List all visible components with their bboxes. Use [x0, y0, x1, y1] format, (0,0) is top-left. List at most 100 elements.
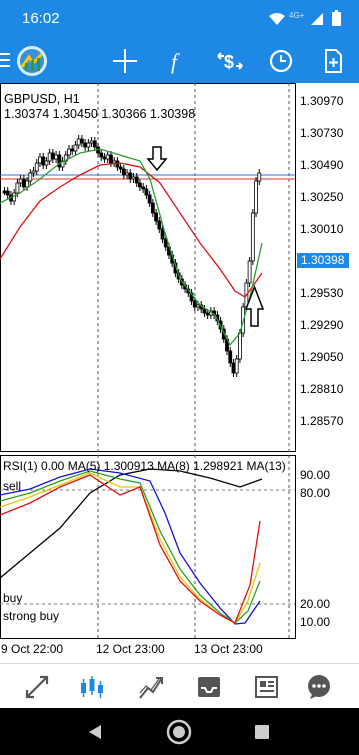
candle-body — [154, 212, 158, 222]
price-label: 1.30730 — [300, 126, 344, 140]
candle-body — [21, 178, 26, 188]
candle-body — [41, 156, 46, 166]
timeframe-button[interactable] — [264, 44, 298, 78]
candle-body — [192, 300, 197, 308]
signal-icon — [311, 13, 323, 25]
trade-icon — [139, 677, 163, 699]
battery-icon — [332, 10, 341, 26]
top-toolbar: f $ — [0, 38, 359, 83]
candle-body — [112, 160, 117, 164]
time-label-2: 12 Oct 23:00 — [96, 642, 165, 656]
rsi-ma2-line — [0, 474, 261, 624]
candle-body — [234, 358, 239, 374]
chat-tab[interactable] — [304, 672, 334, 702]
price-label: 1.28570 — [300, 414, 344, 428]
rsi-level-10: 10.00 — [300, 615, 331, 629]
candle-body — [28, 172, 33, 182]
crosshair-button[interactable] — [108, 44, 142, 78]
price-label: 1.29530 — [300, 286, 344, 300]
quotes-tab[interactable] — [22, 672, 52, 702]
candle-body — [67, 148, 71, 156]
ohlc-values: 1.30374 1.30450 1.30366 1.30398 — [4, 107, 196, 121]
indicators-button[interactable]: f — [160, 44, 194, 78]
news-tab[interactable] — [251, 672, 281, 702]
chart-area[interactable]: GBPUSD, H1 1.30374 1.30450 1.30366 1.303… — [0, 83, 359, 663]
candle-body — [86, 142, 91, 148]
candle-body — [105, 154, 110, 160]
chart-tab[interactable] — [77, 672, 107, 702]
price-label: 1.28810 — [300, 382, 344, 396]
candle-body — [18, 178, 23, 184]
price-label: 1.30970 — [300, 94, 344, 108]
symbol-change-button[interactable]: $ — [213, 44, 247, 78]
candle-body — [38, 156, 42, 164]
candle-body — [231, 362, 236, 374]
candle-body — [34, 162, 39, 172]
svg-text:$: $ — [224, 52, 234, 72]
price-label: 1.29290 — [300, 318, 344, 332]
candle-body — [83, 142, 88, 148]
candlestick-series — [2, 135, 262, 377]
candle-body — [92, 140, 97, 148]
candle-body — [228, 350, 233, 364]
metatrader-logo-icon[interactable] — [16, 45, 48, 77]
price-label: 1.29050 — [300, 350, 344, 364]
inbox-icon — [198, 677, 220, 697]
candle-body — [141, 186, 146, 190]
candle-body — [99, 152, 104, 158]
candle-body — [147, 194, 152, 204]
trade-tab[interactable] — [136, 672, 166, 702]
candle-body — [80, 138, 84, 144]
time-label-3: 13 Oct 23:00 — [194, 642, 263, 656]
candle-body — [138, 182, 142, 188]
sell-level-label: sell — [3, 479, 22, 493]
news-icon — [255, 676, 278, 698]
candle-body — [134, 176, 139, 184]
price-label: 1.30490 — [300, 158, 344, 172]
candle-body — [118, 166, 123, 170]
svg-text:f: f — [171, 49, 180, 74]
candle-body — [150, 202, 155, 214]
rsi-level-90: 90.00 — [300, 468, 331, 482]
new-order-button[interactable] — [316, 44, 350, 78]
candle-body — [160, 228, 165, 240]
indicator-header: RSI(1) 0.00 MA(5) 1.300913 MA(8) 1.29892… — [3, 459, 286, 473]
sell-signal-arrow — [146, 146, 168, 172]
status-bar: 16:02 4G+ — [0, 0, 359, 38]
candles-icon — [81, 676, 103, 698]
candle-body — [44, 160, 49, 166]
symbol-change-icon: $ — [217, 52, 243, 72]
indicators-icon: f — [171, 49, 180, 74]
rsi-level-20: 20.00 — [300, 597, 331, 611]
candle-body — [70, 148, 75, 152]
candle-body — [25, 180, 29, 188]
network-type: 4G+ — [289, 11, 305, 20]
symbol-timeframe: GBPUSD, H1 — [4, 92, 80, 106]
vertical-gridlines — [97, 83, 290, 641]
candle-body — [89, 140, 94, 144]
status-time: 16:02 — [22, 10, 60, 27]
back-icon[interactable] — [87, 724, 103, 740]
history-tab[interactable] — [194, 672, 224, 702]
candle-body — [2, 190, 7, 194]
home-icon[interactable] — [165, 718, 193, 746]
candle-body — [73, 144, 78, 152]
candle-body — [257, 172, 262, 182]
candle-body — [205, 312, 210, 316]
quotes-icon — [25, 675, 49, 699]
candle-body — [102, 156, 107, 160]
price-label: 1.30010 — [300, 222, 344, 236]
candle-body — [54, 154, 58, 160]
candle-body — [238, 332, 242, 360]
current-price-tag: 1.30398 — [297, 253, 349, 268]
candle-body — [76, 138, 81, 146]
hamburger-menu-icon[interactable] — [0, 53, 10, 67]
candle-body — [121, 168, 126, 176]
candle-body — [202, 308, 207, 314]
candle-body — [125, 172, 129, 176]
ma-long-line — [0, 162, 263, 298]
recents-icon[interactable] — [254, 724, 270, 740]
chat-icon — [308, 675, 330, 699]
wifi-icon — [269, 13, 285, 25]
candle-body — [144, 188, 149, 196]
